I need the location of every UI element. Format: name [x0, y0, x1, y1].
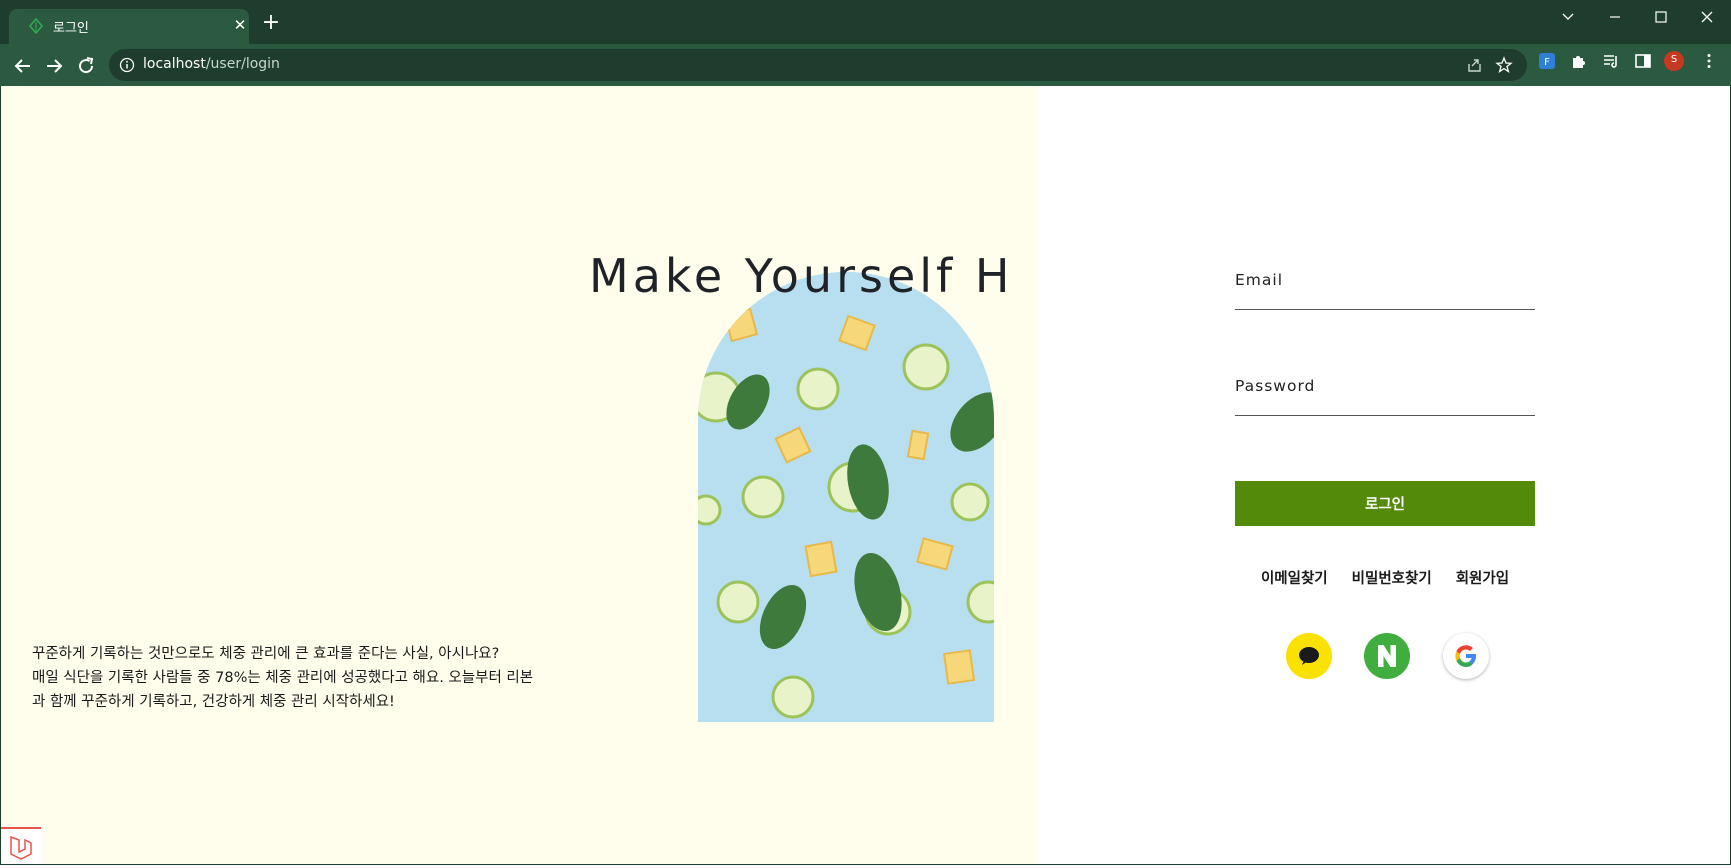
- back-arrow-icon[interactable]: [10, 53, 36, 79]
- new-tab-button[interactable]: +: [261, 12, 281, 34]
- url-path: /user/login: [205, 56, 280, 72]
- google-icon: [1455, 645, 1476, 667]
- site-info-icon[interactable]: [119, 57, 135, 73]
- minimize-icon[interactable]: [1600, 6, 1630, 28]
- account-links: 이메일찾기 비밀번호찾기 회원가입: [1235, 567, 1535, 588]
- url-host: localhost: [143, 56, 206, 72]
- tab-title: 로그인: [53, 21, 89, 36]
- translate-extension-icon[interactable]: F: [1538, 52, 1556, 70]
- tab-search-chevron-icon[interactable]: [1553, 6, 1583, 28]
- url-text[interactable]: localhost/user/login: [143, 56, 280, 72]
- password-field[interactable]: [1235, 384, 1535, 416]
- close-window-icon[interactable]: [1692, 6, 1722, 28]
- browser-toolbar: localhost/user/login F S: [0, 44, 1731, 86]
- naver-login-button[interactable]: [1364, 633, 1410, 679]
- maximize-icon[interactable]: [1646, 6, 1676, 28]
- bookmark-star-icon[interactable]: [1495, 56, 1513, 74]
- find-password-link[interactable]: 비밀번호찾기: [1352, 567, 1432, 588]
- login-button[interactable]: 로그인: [1235, 481, 1535, 526]
- profile-avatar-letter: S: [1670, 54, 1678, 65]
- naver-icon: [1378, 645, 1396, 667]
- intro-text: 꾸준하게 기록하는 것만으로도 체중 관리에 큰 효과를 준다는 사실, 아시나…: [32, 642, 552, 714]
- browser-tab[interactable]: 로그인 ✕: [9, 9, 249, 44]
- intro-line-2: 매일 식단을 기록한 사람들 중 78%는 체중 관리에 성공했다고 해요. 오…: [32, 670, 534, 686]
- kakao-talk-icon: [1299, 647, 1319, 665]
- intro-line-1: 꾸준하게 기록하는 것만으로도 체중 관리에 큰 효과를 준다는 사실, 아시나…: [32, 646, 500, 662]
- tab-close-icon[interactable]: ✕: [230, 16, 250, 34]
- email-field[interactable]: [1235, 278, 1535, 310]
- forward-arrow-icon[interactable]: [41, 53, 67, 79]
- hero-title-clip: Make Yourself H: [1, 86, 1038, 864]
- google-login-button[interactable]: [1443, 633, 1489, 679]
- laravel-debugbar-icon[interactable]: [1, 827, 41, 864]
- signup-link[interactable]: 회원가입: [1456, 567, 1509, 588]
- page-viewport: Make Yourself H 꾸준하게 기록하는 것만으로도 체중 관리에 큰…: [0, 86, 1731, 865]
- laravel-logo-icon: [10, 835, 32, 860]
- reading-list-icon[interactable]: [1602, 52, 1620, 70]
- leaf-favicon-icon: [28, 18, 44, 34]
- kakao-login-button[interactable]: [1286, 633, 1332, 679]
- find-email-link[interactable]: 이메일찾기: [1261, 567, 1328, 588]
- reload-icon[interactable]: [73, 53, 99, 79]
- side-panel-icon[interactable]: [1634, 52, 1652, 70]
- share-icon[interactable]: [1466, 56, 1484, 74]
- extensions-puzzle-icon[interactable]: [1570, 52, 1588, 70]
- intro-line-3: 과 함께 꾸준하게 기록하고, 건강하게 체중 관리 시작하세요!: [32, 694, 395, 710]
- browser-menu-icon[interactable]: [1700, 52, 1718, 70]
- address-bar[interactable]: localhost/user/login: [109, 49, 1527, 81]
- svg-text:F: F: [1544, 57, 1550, 68]
- hero-title: Make Yourself H: [589, 249, 1014, 303]
- intro-panel: Make Yourself H 꾸준하게 기록하는 것만으로도 체중 관리에 큰…: [1, 86, 1038, 864]
- browser-titlebar: 로그인 ✕ +: [0, 0, 1731, 44]
